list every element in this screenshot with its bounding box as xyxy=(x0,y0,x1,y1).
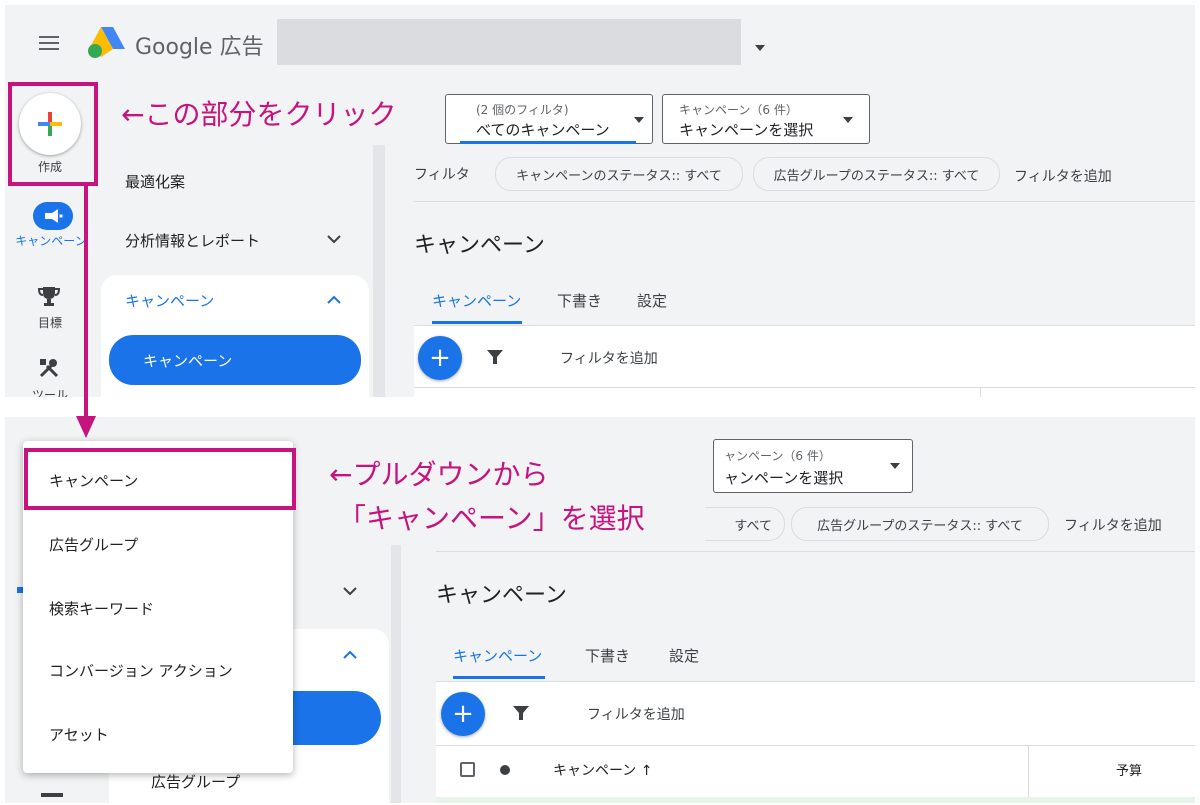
toolbar-add-filter[interactable]: フィルタを追加 xyxy=(560,348,658,368)
tab-underline xyxy=(453,676,545,679)
campaign-dropdown[interactable]: ャンペーン（6 件） ャンペーンを選択 xyxy=(713,439,913,493)
divider xyxy=(436,745,1195,746)
campaign-count: キャンペーン（6 件） xyxy=(679,103,798,117)
create-highlight-box xyxy=(8,82,98,186)
chevron-up-icon[interactable] xyxy=(327,295,341,305)
page-title: キャンペーン xyxy=(436,583,567,608)
add-campaign-fab[interactable]: + xyxy=(441,692,485,736)
megaphone-icon xyxy=(45,209,63,223)
rail-campaigns-pill[interactable] xyxy=(33,202,73,230)
tab-settings[interactable]: 設定 xyxy=(637,290,667,311)
active-underline xyxy=(460,141,636,144)
row-strip xyxy=(436,797,1195,803)
menu-item-asset[interactable]: アセット xyxy=(23,703,293,765)
nav-insights[interactable]: 分析情報とレポート xyxy=(125,230,260,251)
chip-adgroup-status[interactable]: 広告グループのステータス:: すべて xyxy=(791,507,1049,541)
chevron-down-icon[interactable] xyxy=(343,586,357,596)
filter-icon[interactable] xyxy=(512,704,530,722)
chip-adgroup-status[interactable]: 広告グループのステータス:: すべて xyxy=(753,157,1000,191)
column-header-budget[interactable]: 予算 xyxy=(1116,760,1142,779)
divider xyxy=(414,387,1195,388)
divider xyxy=(414,201,1195,202)
sidebar-scrollbar[interactable] xyxy=(373,145,385,397)
filter-label: フィルタ xyxy=(414,167,470,183)
caret-down-icon xyxy=(890,463,900,469)
rail-icon[interactable] xyxy=(41,793,63,797)
tools-icon[interactable] xyxy=(38,357,60,379)
filter-view-dropdown[interactable]: (2 個のフィルタ) べてのキャンペーン xyxy=(445,94,653,144)
step2-panel: ャンペーン（6 件） ャンペーンを選択 すべて 広告グループのステータス:: す… xyxy=(5,417,1195,803)
nav-recommendations[interactable]: 最適化案 xyxy=(125,171,185,192)
status-dot-icon xyxy=(500,765,510,775)
tab-drafts[interactable]: 下書き xyxy=(557,290,602,311)
divider xyxy=(436,551,1195,552)
chip-campaign-status[interactable]: キャンペーンのステータス:: すべて xyxy=(495,157,743,191)
caret-down-icon xyxy=(843,117,853,123)
account-selector[interactable] xyxy=(277,19,741,65)
caret-down-icon xyxy=(634,117,644,123)
tab-campaigns[interactable]: キャンペーン xyxy=(432,290,521,311)
campaign-select-label: キャンペーンを選択 xyxy=(679,121,814,139)
campaign-highlight-box xyxy=(24,448,296,510)
add-filter-link[interactable]: フィルタを追加 xyxy=(1014,166,1112,186)
brand-name: Google 広告 xyxy=(135,35,264,60)
callout-line1: ←プルダウンから xyxy=(329,458,549,491)
nav-campaigns-sub-active[interactable]: キャンペーン xyxy=(109,335,361,385)
add-filter-link[interactable]: フィルタを追加 xyxy=(1064,515,1162,535)
nav-campaigns[interactable]: キャンペーン xyxy=(125,290,214,311)
callout-click-here: ←この部分をクリック xyxy=(121,98,397,131)
tab-campaigns[interactable]: キャンペーン xyxy=(453,645,542,666)
column-divider xyxy=(980,387,981,397)
column-divider xyxy=(1028,746,1029,798)
chevron-down-icon[interactable] xyxy=(327,234,341,244)
campaign-count: ャンペーン（6 件） xyxy=(724,449,831,463)
chevron-up-icon[interactable] xyxy=(343,650,357,660)
campaign-select-label: ャンペーンを選択 xyxy=(724,469,844,487)
filter-icon[interactable] xyxy=(486,348,504,366)
toolbar-add-filter[interactable]: フィルタを追加 xyxy=(587,704,685,724)
tab-underline xyxy=(432,321,522,324)
add-campaign-fab[interactable]: + xyxy=(418,336,462,380)
tab-settings[interactable]: 設定 xyxy=(669,645,699,666)
page-title: キャンペーン xyxy=(414,233,545,258)
menu-item-keyword[interactable]: 検索キーワード xyxy=(23,577,293,639)
filter-view-count: (2 個のフィルタ) xyxy=(476,103,569,117)
nav-adgroups[interactable]: 広告グループ xyxy=(151,771,240,792)
campaign-table xyxy=(436,681,1195,803)
top-app-bar: Google 広告 xyxy=(5,5,1195,75)
filter-view-value: べてのキャンペーン xyxy=(476,121,610,139)
column-header-campaign[interactable]: キャンペーン ↑ xyxy=(553,760,652,780)
connector-arrow xyxy=(76,182,96,438)
campaign-dropdown[interactable]: キャンペーン（6 件） キャンペーンを選択 xyxy=(662,94,870,144)
trophy-icon[interactable] xyxy=(38,285,60,307)
sidebar-scrollbar[interactable] xyxy=(391,545,401,803)
step1-panel: Google 広告 作成 キャンペーン 目標 ツール ←この部分をクリック 最適… xyxy=(5,5,1195,397)
menu-item-conversion[interactable]: コンバージョン アクション xyxy=(23,639,293,701)
chevron-down-icon[interactable] xyxy=(755,45,765,51)
menu-icon[interactable] xyxy=(39,36,59,54)
google-ads-logo xyxy=(88,27,125,58)
menu-item-adgroup[interactable]: 広告グループ xyxy=(23,513,293,575)
callout-line2: 「キャンペーン」を選択 xyxy=(338,502,645,535)
tab-drafts[interactable]: 下書き xyxy=(585,645,630,666)
tutorial-screenshot: Google 広告 作成 キャンペーン 目標 ツール ←この部分をクリック 最適… xyxy=(0,0,1200,805)
chip-campaign-status[interactable]: すべて xyxy=(705,507,785,541)
select-all-checkbox[interactable] xyxy=(460,762,475,777)
